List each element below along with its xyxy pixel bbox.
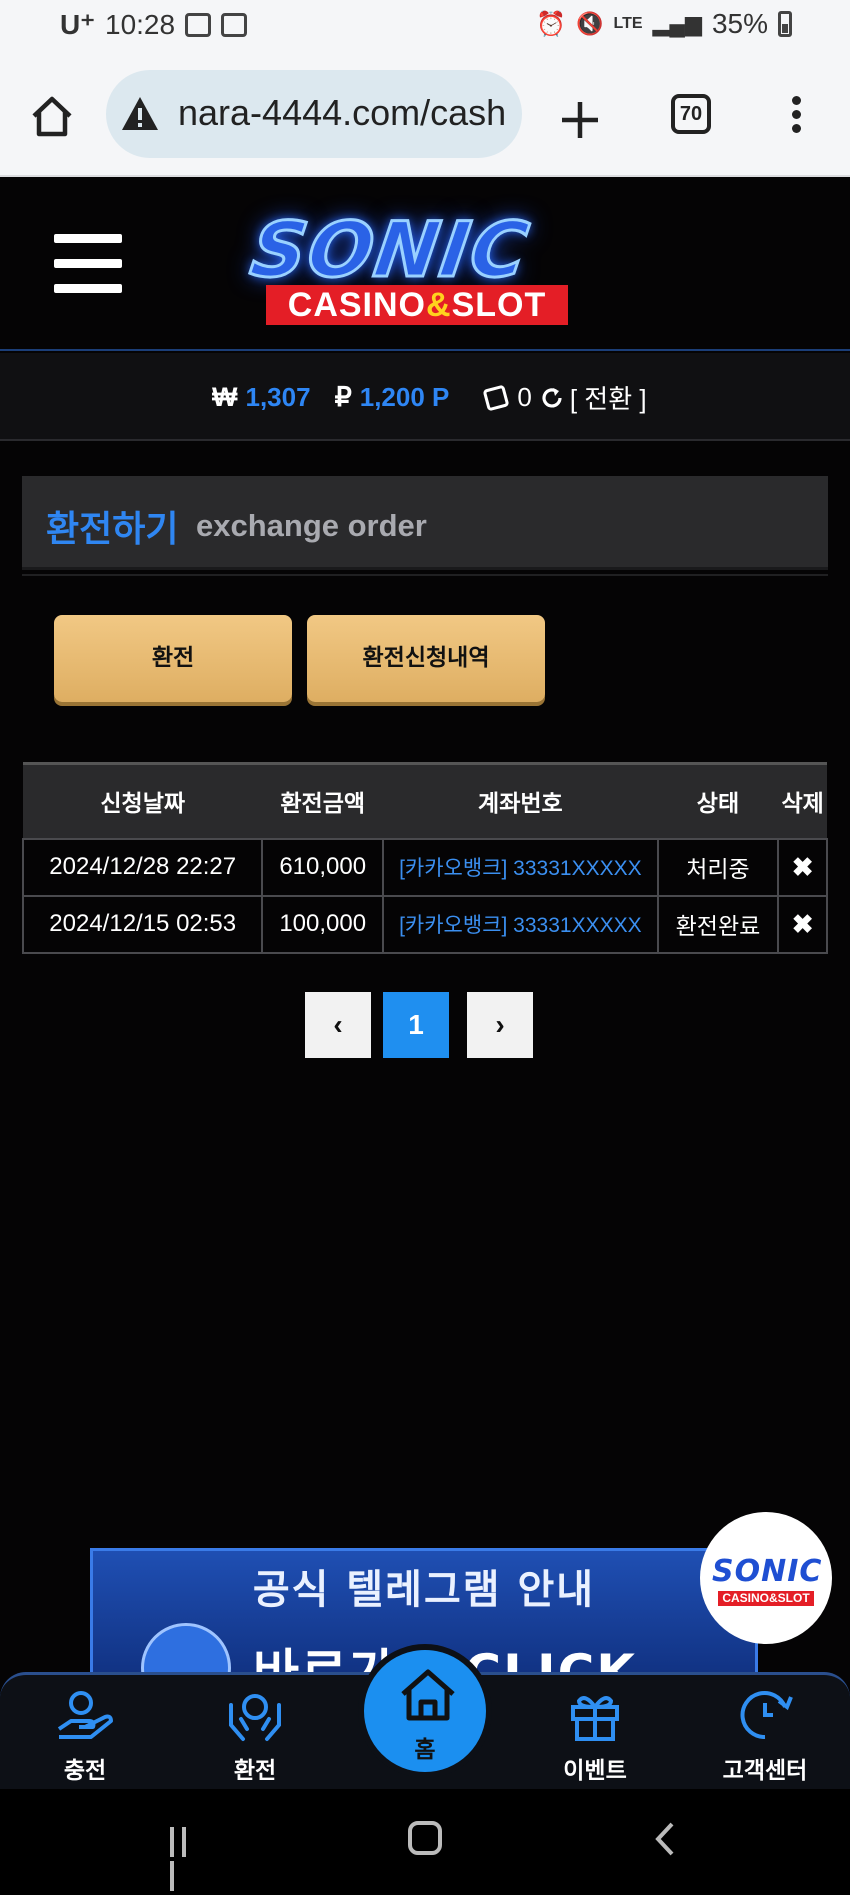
nav-home-label: 홈 — [414, 1737, 436, 1763]
cell-date: 2024/12/15 02:53 — [21, 894, 264, 954]
screen: U⁺ 10:28 ⏰ 🔇 LTE ▂▄▆ 35% nara-4444.com/c… — [0, 0, 850, 1895]
carrier-label: U⁺ — [60, 9, 95, 40]
site-header: SONIC CASINO&SLOT — [0, 179, 850, 351]
table-row: 2024/12/15 02:53 100,000 [카카오뱅크] 33331XX… — [21, 894, 828, 954]
table-row: 2024/12/28 22:27 610,000 [카카오뱅크] 33331XX… — [21, 837, 828, 897]
new-tab-icon[interactable] — [556, 96, 604, 144]
nav-home-button[interactable]: 홈 — [358, 1644, 492, 1778]
nav-event-label: 이벤트 — [563, 1758, 627, 1784]
header-date: 신청날짜 — [23, 762, 263, 839]
battery-label: 35% — [711, 8, 768, 39]
network-label: LTE — [613, 15, 643, 32]
point-icon: ₽ — [334, 382, 352, 412]
recent-apps-icon[interactable] — [170, 1827, 204, 1891]
table-header-row: 신청날짜 환전금액 계좌번호 상태 삭제 — [23, 762, 827, 839]
charge-icon — [57, 1691, 113, 1739]
nav-event[interactable]: 이벤트 — [520, 1675, 670, 1792]
menu-icon[interactable] — [54, 234, 122, 294]
cell-amount: 610,000 — [261, 837, 385, 897]
gallery-icon — [185, 12, 212, 37]
alarm-icon: ⏰ — [536, 10, 567, 38]
delete-icon[interactable]: ✖ — [777, 837, 828, 897]
system-nav-bar — [0, 1789, 850, 1895]
cell-status: 처리중 — [656, 837, 780, 897]
cell-account: [카카오뱅크] 33331XXXXX — [382, 894, 659, 954]
header-delete: 삭제 — [778, 762, 827, 839]
convert-button[interactable]: [ 전환 ] — [570, 379, 647, 416]
floating-logo-sub: CASINO&SLOT — [718, 1591, 814, 1606]
mute-icon: 🔇 — [576, 11, 604, 36]
page-title: 환전하기 — [46, 509, 179, 550]
exchange-table: 신청날짜 환전금액 계좌번호 상태 삭제 2024/12/28 22:27 61… — [21, 762, 828, 954]
header-account: 계좌번호 — [383, 762, 658, 839]
header-status: 상태 — [657, 762, 779, 839]
nav-support[interactable]: 고객센터 — [690, 1675, 840, 1792]
refresh-icon[interactable] — [540, 386, 564, 410]
tab-switcher-button[interactable]: 70 — [671, 94, 711, 134]
clock: 10:28 — [105, 8, 176, 40]
support-24-icon — [740, 1691, 793, 1740]
cell-date: 2024/12/28 22:27 — [21, 837, 264, 897]
nav-charge[interactable]: 충전 — [10, 1675, 160, 1792]
balance-bar: ₩ 1,307 ₽ 1,200 P 0 [ 전환 ] — [0, 353, 850, 441]
more-menu-icon[interactable] — [782, 92, 810, 140]
address-bar[interactable]: nara-4444.com/cash — [106, 70, 522, 158]
browser-toolbar: nara-4444.com/cash 70 — [0, 52, 850, 177]
page-subtitle: exchange order — [196, 508, 427, 543]
floating-logo-button[interactable]: SONIC CASINO&SLOT — [700, 1512, 832, 1644]
logo-casino: CASINO — [287, 286, 426, 324]
signal-icon: ▂▄▆ — [652, 11, 702, 36]
current-page-button[interactable]: 1 — [383, 992, 449, 1058]
back-icon[interactable] — [650, 1821, 680, 1857]
nav-exchange[interactable]: 환전 — [180, 1675, 330, 1792]
system-home-icon[interactable] — [408, 1821, 442, 1855]
url-text: nara-4444.com/cash — [178, 92, 507, 133]
won-balance: 1,307 — [245, 382, 311, 412]
banner-title: 공식 텔레그램 안내 — [252, 1567, 596, 1613]
nav-support-label: 고객센터 — [722, 1758, 808, 1784]
dice-count: 0 — [517, 382, 532, 412]
nav-charge-label: 충전 — [63, 1758, 107, 1784]
logo-amp: & — [426, 286, 452, 324]
point-balance: 1,200 P — [359, 382, 450, 412]
gift-icon — [571, 1696, 619, 1741]
home-icon — [401, 1669, 455, 1721]
dice-icon — [482, 384, 510, 411]
divider — [22, 574, 828, 576]
header-amount: 환전금액 — [262, 762, 384, 839]
won-icon: ₩ — [212, 382, 238, 412]
voicemail-icon — [221, 12, 248, 37]
prev-page-button[interactable]: ‹ — [305, 992, 371, 1058]
nav-exchange-label: 환전 — [233, 1758, 277, 1784]
delete-icon[interactable]: ✖ — [777, 894, 828, 954]
exchange-button[interactable]: 환전 — [54, 615, 292, 702]
page-title-panel: 환전하기 exchange order — [22, 476, 828, 570]
floating-logo-main: SONIC — [712, 1554, 823, 1589]
battery-icon — [778, 11, 792, 37]
cell-amount: 100,000 — [261, 894, 385, 954]
next-page-button[interactable]: › — [467, 992, 533, 1058]
logo-slot: SLOT — [451, 286, 547, 324]
cell-status: 환전완료 — [656, 894, 780, 954]
exchange-icon — [229, 1694, 281, 1741]
warning-icon[interactable] — [120, 94, 160, 134]
logo-main-text: SONIC — [244, 204, 537, 296]
logo-sub-text: CASINO&SLOT — [266, 285, 568, 325]
exchange-history-button[interactable]: 환전신청내역 — [307, 615, 545, 702]
status-bar: U⁺ 10:28 ⏰ 🔇 LTE ▂▄▆ 35% — [0, 0, 850, 52]
cell-account: [카카오뱅크] 33331XXXXX — [382, 837, 659, 897]
site-logo[interactable]: SONIC CASINO&SLOT — [232, 204, 602, 327]
browser-home-icon[interactable] — [28, 92, 76, 140]
